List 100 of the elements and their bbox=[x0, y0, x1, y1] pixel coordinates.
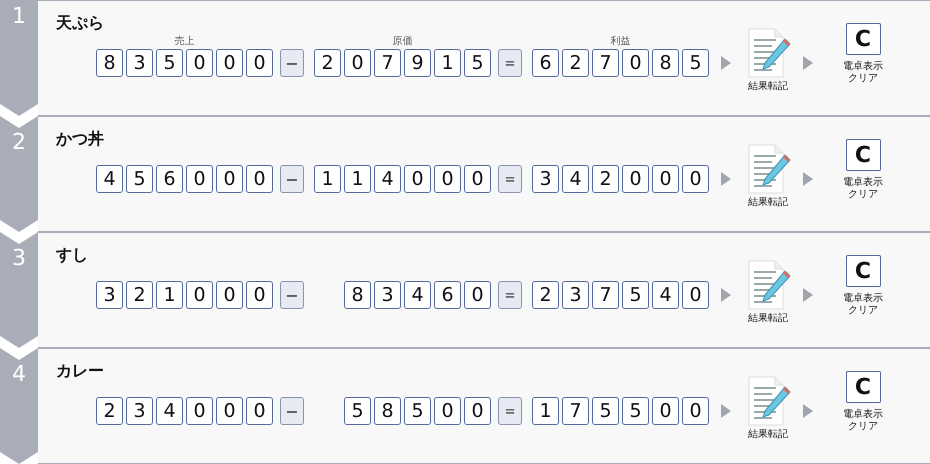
clear-label: 電卓表示 クリア bbox=[843, 293, 883, 317]
digit-box: 0 bbox=[216, 281, 243, 309]
digit-box: 0 bbox=[246, 49, 273, 77]
digit-box: 4 bbox=[156, 397, 183, 425]
digit-box: 0 bbox=[464, 165, 491, 193]
digit-box: 2 bbox=[532, 281, 559, 309]
digit-box: 0 bbox=[246, 165, 273, 193]
memo-label: 結果転記 bbox=[748, 312, 788, 325]
step-title: 天ぷら bbox=[56, 13, 105, 34]
clear-key[interactable]: C bbox=[846, 371, 880, 403]
digit-box: 0 bbox=[434, 397, 461, 425]
digit-box: 1 bbox=[156, 281, 183, 309]
digit-box: 0 bbox=[652, 165, 679, 193]
arrow-icon bbox=[721, 56, 731, 70]
clear-label: 電卓表示 クリア bbox=[843, 409, 883, 433]
digit-box: 6 bbox=[434, 281, 461, 309]
digit-box: 3 bbox=[126, 49, 153, 77]
arrow-icon bbox=[803, 56, 813, 70]
digit-box: 0 bbox=[186, 165, 213, 193]
digit-box: 8 bbox=[374, 397, 401, 425]
digit-box: 5 bbox=[592, 397, 619, 425]
step-title: すし bbox=[56, 245, 89, 266]
digit-box: 7 bbox=[592, 49, 619, 77]
equals-sign: ＝ bbox=[498, 397, 522, 425]
step-marker: 2 bbox=[0, 116, 38, 232]
step-marker: 1 bbox=[0, 0, 38, 116]
digit-box: 3 bbox=[96, 281, 123, 309]
digit-box: 0 bbox=[246, 397, 273, 425]
field-label: 原価 bbox=[392, 35, 412, 49]
memo-label: 結果転記 bbox=[748, 196, 788, 209]
digit-box: 1 bbox=[434, 49, 461, 77]
digit-box: 0 bbox=[186, 281, 213, 309]
digit-box: 2 bbox=[126, 281, 153, 309]
digit-box: 0 bbox=[344, 49, 371, 77]
digit-box: 0 bbox=[464, 397, 491, 425]
minus-sign: − bbox=[280, 281, 304, 309]
digit-box: 0 bbox=[622, 165, 649, 193]
digit-box: 7 bbox=[562, 397, 589, 425]
digit-box: 5 bbox=[126, 165, 153, 193]
digit-box: 4 bbox=[374, 165, 401, 193]
digit-box: 3 bbox=[374, 281, 401, 309]
digit-box: 6 bbox=[156, 165, 183, 193]
clear-key[interactable]: C bbox=[846, 23, 880, 55]
digit-box: 4 bbox=[404, 281, 431, 309]
arrow-icon bbox=[721, 288, 731, 302]
clear-label: 電卓表示 クリア bbox=[843, 61, 883, 85]
digit-box: 4 bbox=[562, 165, 589, 193]
digit-box: 8 bbox=[96, 49, 123, 77]
digit-box: 0 bbox=[216, 49, 243, 77]
equals-sign: ＝ bbox=[498, 49, 522, 77]
digit-box: 3 bbox=[126, 397, 153, 425]
digit-box: 5 bbox=[404, 397, 431, 425]
digit-box: 8 bbox=[344, 281, 371, 309]
digit-box: 0 bbox=[682, 165, 709, 193]
digit-box: 5 bbox=[682, 49, 709, 77]
arrow-icon bbox=[803, 404, 813, 418]
minus-sign: − bbox=[280, 165, 304, 193]
field-label: 利益 bbox=[610, 35, 630, 49]
minus-sign: − bbox=[280, 49, 304, 77]
arrow-icon bbox=[803, 172, 813, 186]
digit-box: 5 bbox=[464, 49, 491, 77]
digit-box: 0 bbox=[682, 281, 709, 309]
clear-key[interactable]: C bbox=[846, 255, 880, 287]
digit-box: 0 bbox=[186, 397, 213, 425]
digit-box: 0 bbox=[464, 281, 491, 309]
digit-box: 5 bbox=[344, 397, 371, 425]
digit-box: 0 bbox=[216, 397, 243, 425]
digit-box: 2 bbox=[314, 49, 341, 77]
step-title: カレー bbox=[56, 361, 105, 382]
digit-box: 4 bbox=[96, 165, 123, 193]
digit-box: 2 bbox=[592, 165, 619, 193]
digit-box: 5 bbox=[156, 49, 183, 77]
digit-box: 0 bbox=[246, 281, 273, 309]
digit-box: 1 bbox=[344, 165, 371, 193]
step-title: かつ丼 bbox=[56, 129, 105, 150]
minus-sign: − bbox=[280, 397, 304, 425]
memo-label: 結果転記 bbox=[748, 80, 788, 93]
digit-box: 0 bbox=[682, 397, 709, 425]
digit-box: 0 bbox=[652, 397, 679, 425]
digit-box: 6 bbox=[532, 49, 559, 77]
digit-box: 4 bbox=[652, 281, 679, 309]
clear-key[interactable]: C bbox=[846, 139, 880, 171]
digit-box: 3 bbox=[532, 165, 559, 193]
digit-box: 1 bbox=[532, 397, 559, 425]
digit-box: 9 bbox=[404, 49, 431, 77]
clear-label: 電卓表示 クリア bbox=[843, 177, 883, 201]
digit-box: 1 bbox=[314, 165, 341, 193]
arrow-icon bbox=[803, 288, 813, 302]
digit-box: 3 bbox=[562, 281, 589, 309]
memo-label: 結果転記 bbox=[748, 428, 788, 441]
arrow-icon bbox=[721, 172, 731, 186]
digit-box: 0 bbox=[434, 165, 461, 193]
arrow-icon bbox=[721, 404, 731, 418]
digit-box: 0 bbox=[622, 49, 649, 77]
digit-box: 5 bbox=[622, 397, 649, 425]
step-marker: 4 bbox=[0, 348, 38, 464]
digit-box: 0 bbox=[186, 49, 213, 77]
digit-box: 0 bbox=[216, 165, 243, 193]
field-label: 売上 bbox=[174, 35, 194, 49]
digit-box: 7 bbox=[374, 49, 401, 77]
